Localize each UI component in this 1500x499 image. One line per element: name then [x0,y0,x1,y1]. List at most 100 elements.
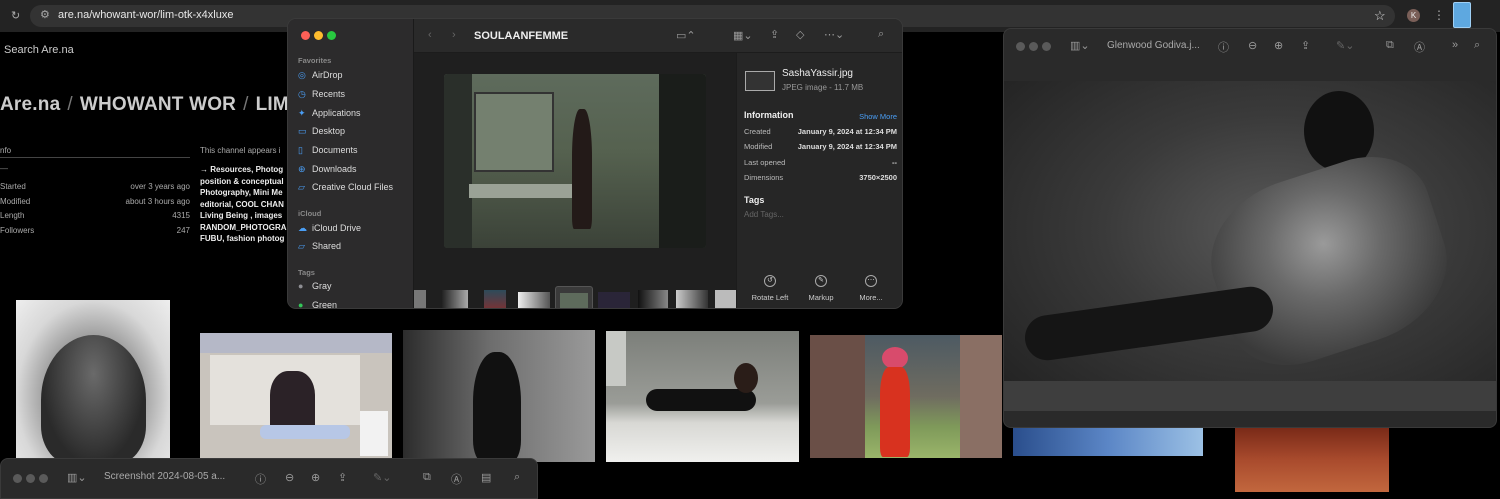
share-icon[interactable]: ⇪ [1301,39,1310,52]
thumbnail[interactable] [414,290,426,308]
info-icon[interactable]: ⓘ [255,471,266,487]
more-button[interactable]: ⋯ More... [846,275,896,302]
modified-label: Modified [744,142,773,151]
window-title: Screenshot 2024-08-05 a... [104,471,226,482]
markup-pen-icon[interactable]: ✎⌄ [373,471,391,484]
bookmark-star-icon[interactable]: ☆ [1374,9,1386,22]
finder-window[interactable]: Favorites ◎ AirDrop ◷ Recents ✦ Application… [287,18,903,309]
sidebar-toggle-icon[interactable]: ▥⌄ [1070,39,1090,52]
site-settings-icon[interactable]: ⚙ [40,10,50,21]
info-panel: SashaYassir.jpg JPEG image - 11.7 MB Inf… [736,53,902,308]
markup-button[interactable]: ✎ Markup [796,275,846,302]
close-button[interactable] [301,31,310,40]
preview-window[interactable]: ▥⌄ Glenwood Godiva.j... ⓘ ⊖ ⊕ ⇪ ✎⌄ ⧉ Ⓐ »… [1003,28,1497,428]
breadcrumb-user[interactable]: WHOWANT WOR [80,94,236,115]
image-floor [1004,381,1496,411]
thumbnail[interactable] [484,290,506,308]
close-button[interactable] [1016,42,1025,51]
zoom-out-icon[interactable]: ⊖ [285,471,294,484]
more-menu-icon[interactable]: ⋮ [1433,9,1445,21]
zoom-in-icon[interactable]: ⊕ [1274,39,1283,52]
breadcrumb-arena[interactable]: Are.na [0,94,60,115]
zoom-out-icon[interactable]: ⊖ [1248,39,1257,52]
block-image[interactable] [606,331,799,462]
file-name: SashaYassir.jpg [782,68,853,79]
block-image[interactable] [1235,428,1389,492]
search-icon[interactable]: ⌕ [1474,39,1480,52]
sidebar-toggle-icon[interactable]: ▥⌄ [67,471,87,484]
channel-connections[interactable]: → Resources, Photog position & conceptua… [200,164,290,244]
sidebar-item-applications[interactable]: ✦ Applications [298,106,361,120]
screenshot-window[interactable]: ▥⌄ Screenshot 2024-08-05 a... ⓘ ⊖ ⊕ ⇪ ✎⌄… [0,458,538,499]
thumbnail[interactable] [598,292,630,308]
shared-folder-icon: ▱ [298,240,305,251]
tags-heading: Tags [298,268,315,277]
sidebar-item-downloads[interactable]: ⊕ Downloads [298,162,357,176]
info-icon[interactable]: ⓘ [1218,39,1229,55]
thumbnail[interactable] [442,290,468,308]
document-icon: ▯ [298,144,303,155]
block-image[interactable] [403,330,595,462]
reload-icon[interactable]: ↻ [11,11,20,22]
tag-icon[interactable]: ◇ [796,28,804,41]
preview-image[interactable] [444,74,706,248]
add-tags-field[interactable]: Add Tags... [744,210,784,219]
info-row-length: Length 4315 [0,211,190,220]
forward-icon[interactable]: › [452,29,456,41]
zoom-button[interactable] [1042,42,1051,51]
annotate-icon[interactable]: Ⓐ [1414,39,1425,55]
action-menu-icon[interactable]: ⋯⌄ [824,28,844,41]
annotate-icon[interactable]: Ⓐ [451,471,462,487]
search-icon[interactable]: ⌕ [878,28,884,41]
minimize-button[interactable] [1029,42,1038,51]
close-button[interactable] [13,474,22,483]
thumbnail[interactable] [518,292,550,308]
sidebar-item-documents[interactable]: ▯ Documents [298,143,358,157]
breadcrumb-channel[interactable]: LIM [256,94,289,115]
url-text[interactable]: are.na/whowant-wor/lim-otk-x4xluxe [58,9,233,21]
minimize-button[interactable] [314,31,323,40]
image-door [659,74,706,248]
extension-icon[interactable] [1453,2,1471,28]
block-image[interactable] [16,300,170,460]
search-icon[interactable]: ⌕ [514,471,520,484]
block-image[interactable] [200,333,392,458]
form-icon[interactable]: ▤ [481,471,491,484]
back-icon[interactable]: ‹ [428,29,432,41]
zoom-in-icon[interactable]: ⊕ [311,471,320,484]
rotate-left-button[interactable]: ↺ Rotate Left [745,275,795,302]
rotate-icon[interactable]: ⧉ [423,471,431,484]
sidebar-item-desktop[interactable]: ▭ Desktop [298,124,345,138]
share-icon[interactable]: ⇪ [338,471,347,484]
channel-note: This channel appears i [200,146,281,155]
profile-avatar[interactable]: K [1407,9,1420,22]
sidebar-tag-green[interactable]: ● Green [298,298,337,308]
zoom-button[interactable] [327,31,336,40]
show-more-link[interactable]: Show More [859,112,897,121]
sidebar-tag-gray[interactable]: ● Gray [298,279,332,293]
zoom-button[interactable] [39,474,48,483]
rotate-icon[interactable]: ⧉ [1386,39,1394,52]
tile-building [810,335,865,458]
block-image[interactable] [810,335,1002,458]
thumbnail-selected[interactable] [555,286,593,308]
search-input[interactable]: Search Are.na [4,44,74,56]
view-mode-icon[interactable]: ▭⌃ [676,29,696,42]
favorites-heading: Favorites [298,56,332,65]
sidebar-item-airdrop[interactable]: ◎ AirDrop [298,68,343,82]
thumbnail[interactable] [638,290,668,308]
sidebar-item-creative-cloud[interactable]: ▱ Creative Cloud Files [298,180,393,194]
sidebar-item-icloud-drive[interactable]: ☁ iCloud Drive [298,221,361,235]
thumbnail-strip [414,284,736,308]
thumbnail[interactable] [676,290,708,308]
thumbnail[interactable] [715,290,736,308]
group-icon[interactable]: ▦⌄ [733,29,753,42]
share-icon[interactable]: ⇪ [770,28,779,41]
overflow-icon[interactable]: » [1452,39,1458,51]
information-heading: Information [744,110,794,120]
sidebar-item-recents[interactable]: ◷ Recents [298,87,345,101]
sidebar-item-shared[interactable]: ▱ Shared [298,239,341,253]
minimize-button[interactable] [26,474,35,483]
markup-pen-icon[interactable]: ✎⌄ [1336,39,1354,52]
block-image[interactable] [1013,428,1203,456]
